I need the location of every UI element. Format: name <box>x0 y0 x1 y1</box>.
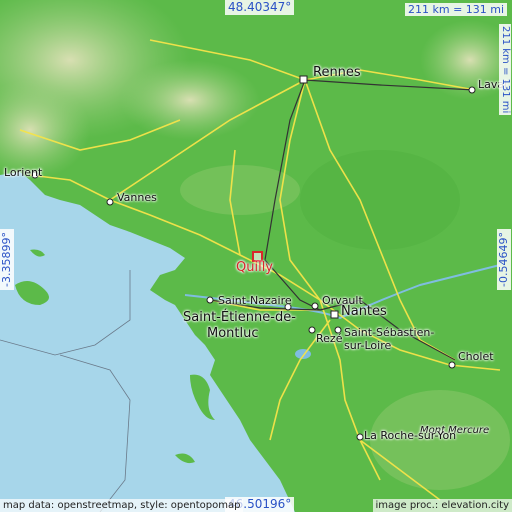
place-label: Lorient <box>4 166 43 179</box>
place-label: Rennes <box>313 65 361 80</box>
map-attribution: map data: openstreetmap, style: opentopo… <box>0 499 244 512</box>
image-credit: image proc.: elevation.city <box>372 499 512 512</box>
horizontal-scale: 211 km = 131 mi <box>405 3 508 16</box>
top-latitude: 48.40347° <box>225 0 295 15</box>
place-label: Saint-Nazaire <box>218 294 292 307</box>
left-longitude: -3.35899° <box>0 229 14 290</box>
vertical-scale: 211 km = 131 mi <box>499 24 511 116</box>
place-label: Cholet <box>458 350 494 363</box>
place-label: Rezé <box>316 332 343 345</box>
place-label: Nantes <box>341 304 387 319</box>
place-label: Saint-Sébastien- <box>344 326 435 339</box>
place-label: Montluc <box>207 326 259 341</box>
place-label: Saint-Étienne-de- <box>183 310 296 325</box>
right-longitude: -0.54649° <box>497 229 511 290</box>
place-label: La Roche-sur-Yon <box>364 429 457 442</box>
location-marker-label: Quilly <box>236 260 274 275</box>
map-canvas[interactable]: Rennes Laval Lorient Vannes Saint-Nazair… <box>0 0 512 512</box>
place-label: Vannes <box>117 191 157 204</box>
place-label: sur-Loire <box>344 339 392 352</box>
